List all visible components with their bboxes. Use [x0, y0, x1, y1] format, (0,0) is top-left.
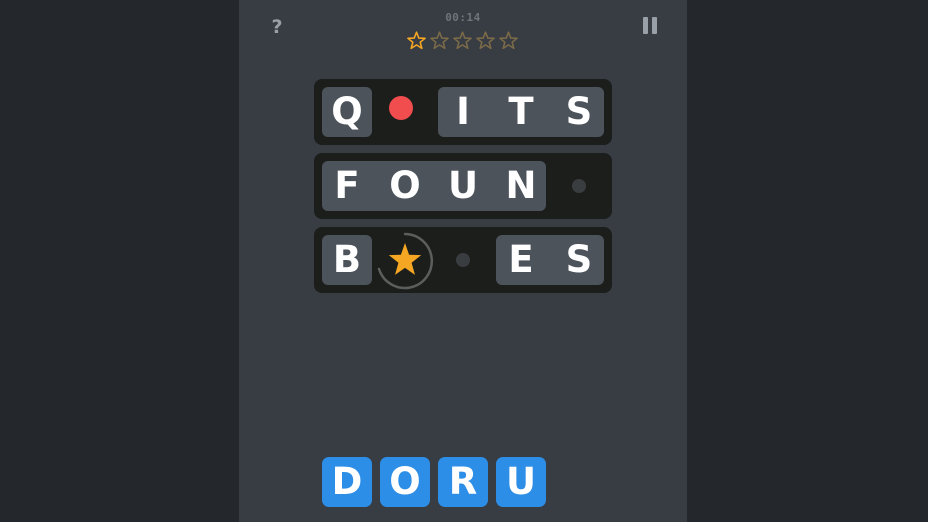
star-filled-icon: [407, 31, 426, 50]
star-icon: [388, 243, 422, 275]
row1-letter-4[interactable]: T: [492, 87, 550, 137]
row3-letter-1[interactable]: B: [318, 235, 376, 285]
rack-tile-3[interactable]: R: [438, 457, 488, 507]
timer: 00:14: [445, 11, 481, 24]
help-button[interactable]: ?: [267, 14, 287, 40]
red-marker: [389, 96, 413, 120]
row3-letter-4[interactable]: E: [492, 235, 550, 285]
pause-icon-bar-left: [643, 17, 648, 34]
row2-letter-4[interactable]: N: [492, 161, 550, 211]
row3-letter-5[interactable]: S: [550, 235, 608, 285]
row2-letter-1[interactable]: F: [318, 161, 376, 211]
rack-tile-1[interactable]: D: [322, 457, 372, 507]
rack-tile-4[interactable]: U: [496, 457, 546, 507]
rack-tile-2[interactable]: O: [380, 457, 430, 507]
empty-slot[interactable]: [456, 253, 470, 267]
row2-letter-2[interactable]: O: [376, 161, 434, 211]
row1-letter-1[interactable]: Q: [318, 87, 376, 137]
word-row-2: F O U N: [314, 153, 612, 219]
star-rating: [406, 30, 520, 52]
empty-slot[interactable]: [572, 179, 586, 193]
star-empty-icon: [499, 31, 518, 50]
word-row-3: B E S: [314, 227, 612, 293]
row2-letter-3[interactable]: U: [434, 161, 492, 211]
row1-letter-5[interactable]: S: [550, 87, 608, 137]
pause-button[interactable]: [640, 16, 660, 36]
word-row-1: Q I T S: [314, 79, 612, 145]
star-empty-icon: [476, 31, 495, 50]
pause-icon-bar-right: [652, 17, 657, 34]
star-empty-icon: [453, 31, 472, 50]
star-empty-icon: [430, 31, 449, 50]
bonus-star-slot[interactable]: [374, 230, 436, 292]
row1-letter-3[interactable]: I: [434, 87, 492, 137]
